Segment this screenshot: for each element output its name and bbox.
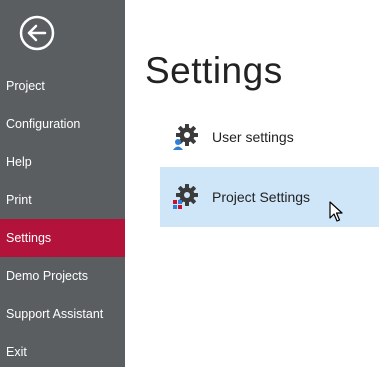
user-settings-label: User settings — [212, 129, 294, 145]
sidebar-item-configuration[interactable]: Configuration — [0, 105, 125, 143]
sidebar-item-exit[interactable]: Exit — [0, 333, 125, 371]
page-title: Settings — [145, 50, 283, 91]
sidebar: Project Configuration Help Print Setting… — [0, 0, 125, 367]
back-button[interactable] — [19, 15, 55, 51]
sidebar-item-settings[interactable]: Settings — [0, 219, 125, 257]
sidebar-item-demo-projects[interactable]: Demo Projects — [0, 257, 125, 295]
sidebar-item-help[interactable]: Help — [0, 143, 125, 181]
sidebar-menu: Project Configuration Help Print Setting… — [0, 67, 125, 371]
project-settings-label: Project Settings — [212, 189, 311, 205]
main-panel: Settings User settings Project Settings — [125, 0, 379, 367]
arrow-left-circle-icon — [19, 15, 55, 51]
user-settings-option[interactable]: User settings — [160, 107, 379, 167]
sidebar-item-print[interactable]: Print — [0, 181, 125, 219]
sidebar-item-support-assistant[interactable]: Support Assistant — [0, 295, 125, 333]
project-settings-gear-icon — [172, 183, 200, 211]
sidebar-item-project[interactable]: Project — [0, 67, 125, 105]
project-settings-option[interactable]: Project Settings — [160, 167, 379, 227]
user-settings-gear-icon — [172, 123, 200, 151]
mouse-pointer-icon — [329, 201, 345, 223]
